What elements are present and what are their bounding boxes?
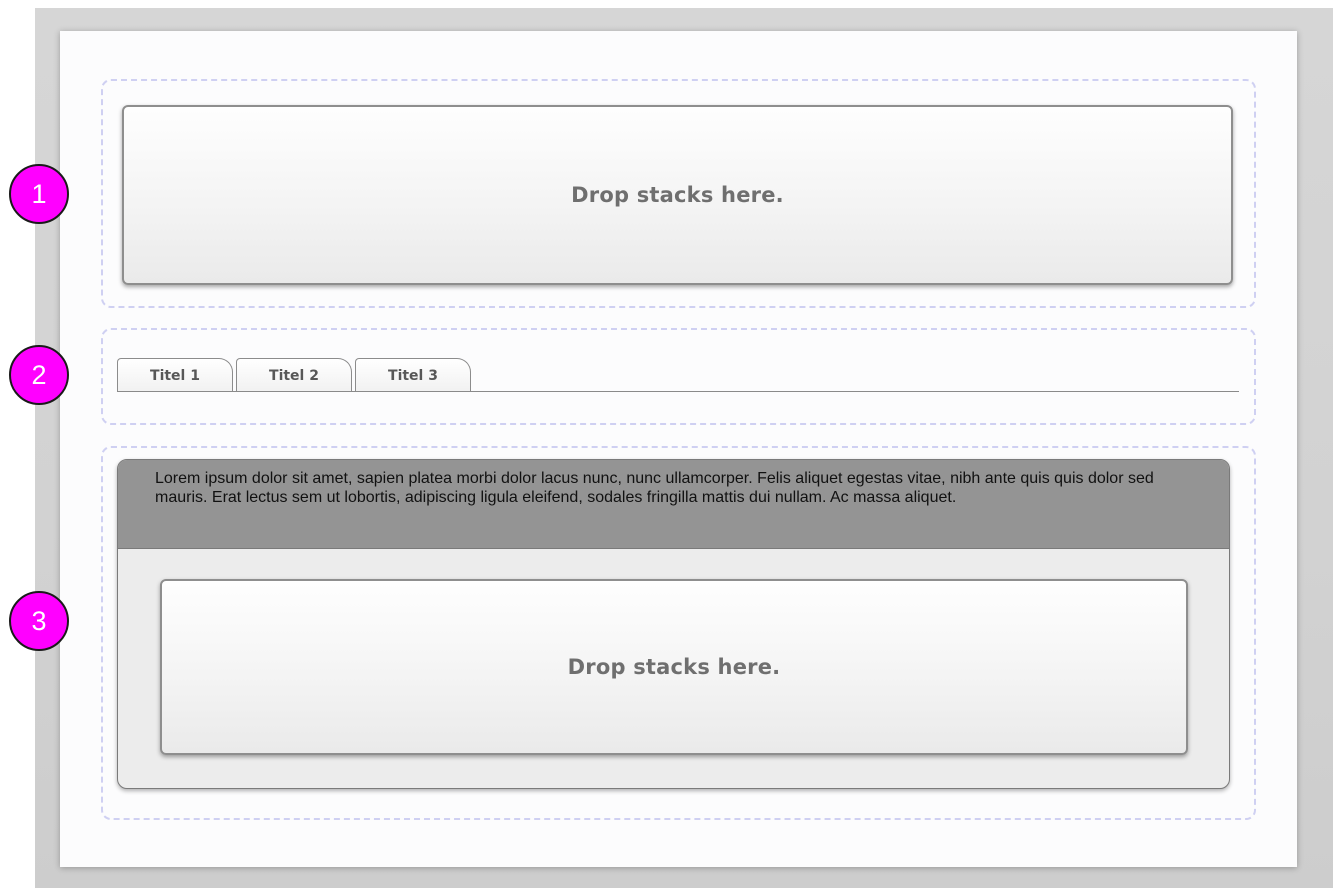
tab-titel-2[interactable]: Titel 2 — [236, 358, 352, 392]
tab-label: Titel 1 — [150, 367, 200, 384]
tab-titel-1[interactable]: Titel 1 — [117, 358, 233, 392]
step-badge-2: 2 — [9, 345, 69, 405]
tab-titel-3[interactable]: Titel 3 — [355, 358, 471, 392]
step-badge-3: 3 — [9, 591, 69, 651]
tab-baseline — [117, 391, 1239, 392]
region-1-drop-label: Drop stacks here. — [571, 183, 784, 207]
tab-label: Titel 3 — [388, 367, 438, 384]
region-3-drop-label: Drop stacks here. — [567, 655, 781, 679]
step-badge-1: 1 — [9, 164, 69, 224]
badge-number: 2 — [31, 359, 47, 390]
tab-label: Titel 2 — [269, 367, 319, 384]
content-description: Lorem ipsum dolor sit amet, sapien plate… — [118, 460, 1229, 549]
region-3-drop-zone[interactable]: Drop stacks here. — [160, 579, 1188, 755]
badge-number: 3 — [31, 605, 47, 636]
region-1-drop-zone[interactable]: Drop stacks here. — [122, 105, 1233, 285]
tab-bar: Titel 1 Titel 2 Titel 3 — [117, 358, 471, 392]
badge-number: 1 — [31, 178, 47, 209]
